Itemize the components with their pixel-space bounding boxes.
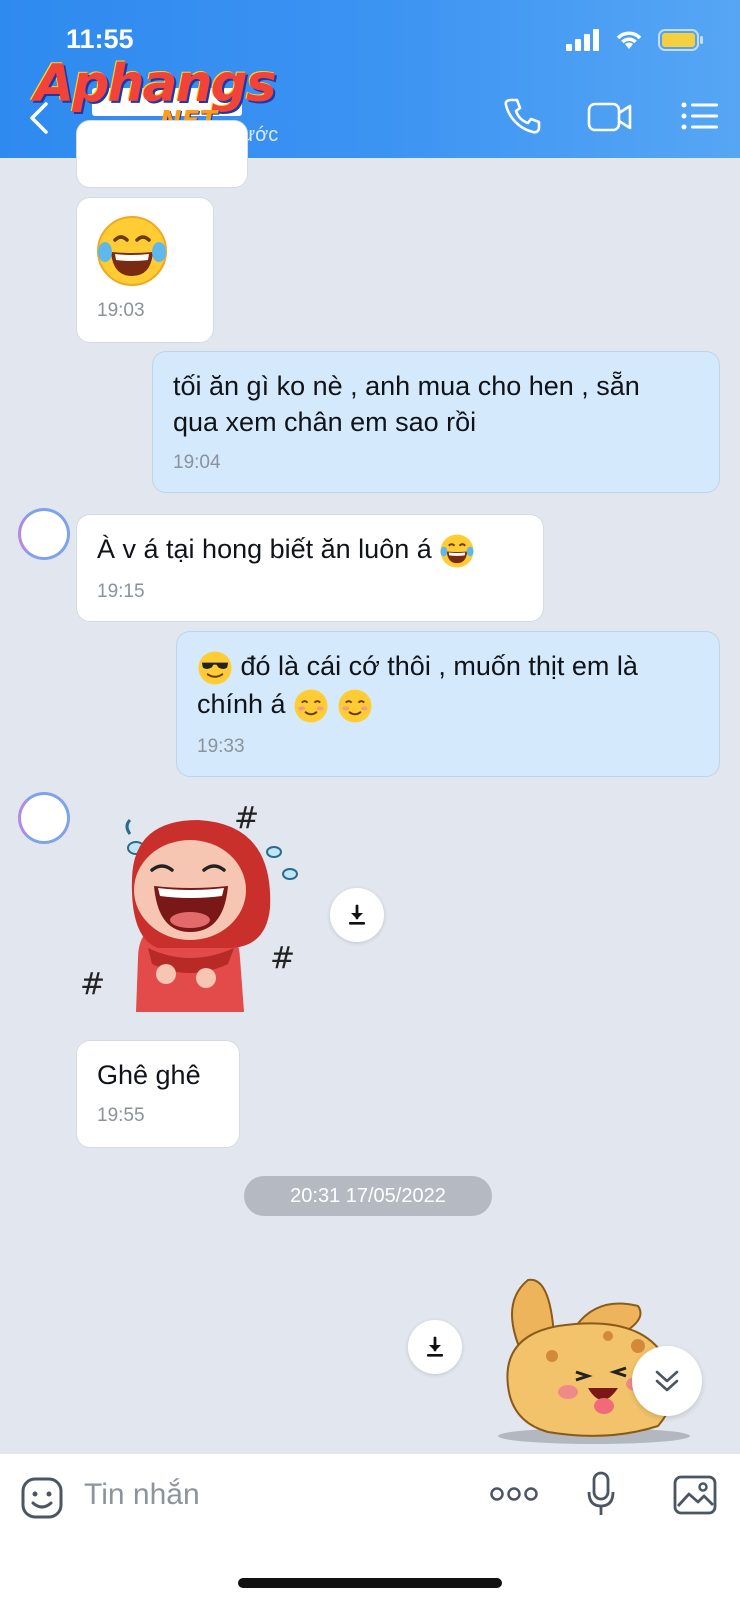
sticker-button[interactable] [20, 1476, 64, 1525]
message-bubble-out[interactable]: đó là cái cớ thôi , muốn thịt em là chín… [176, 631, 720, 777]
avatar[interactable] [18, 792, 70, 844]
message-text-content: À v á tại hong biết ăn luôn á [97, 534, 432, 564]
message-bubble-in[interactable]: À v á tại hong biết ăn luôn á 19:15 [76, 514, 544, 622]
message-bubble-in[interactable]: 19:03 [76, 197, 214, 343]
video-call-button[interactable] [586, 96, 634, 141]
sticker-smiley-icon [21, 1477, 63, 1519]
message-text-line: tối ăn gì ko nè , anh mua cho hen , sẵn [173, 371, 640, 401]
more-dots-icon [490, 1487, 538, 1501]
sunglasses-emoji-icon [198, 651, 232, 685]
date-separator: 20:31 17/05/2022 [244, 1176, 492, 1216]
avatar[interactable] [18, 508, 70, 560]
message-composer: Tin nhắn [0, 1454, 740, 1600]
message-bubble-in[interactable]: Ghê ghê 19:55 [76, 1040, 240, 1148]
phone-icon [504, 98, 541, 134]
signal-icon [566, 29, 599, 51]
blushing-smile-emoji-icon [338, 689, 372, 723]
battery-icon [658, 29, 703, 51]
message-text-content: đó là cái cớ thôi , muốn thịt em là [240, 651, 638, 681]
svg-text:#: # [270, 941, 295, 976]
message-text-line: đó là cái cớ thôi , muốn thịt em là [197, 648, 699, 686]
message-text-content: chính á [197, 688, 286, 719]
svg-text:#: # [80, 967, 105, 1002]
download-icon [427, 1336, 443, 1357]
double-chevron-down-icon [655, 1370, 679, 1392]
video-camera-icon [587, 102, 632, 132]
message-time: 19:04 [173, 452, 221, 473]
scroll-to-bottom-button[interactable] [632, 1346, 702, 1416]
blushing-smile-emoji-icon [294, 689, 328, 723]
watermark-logo: Aphangs [34, 54, 277, 114]
message-time: 19:15 [97, 580, 145, 602]
status-time: 11:55 [66, 24, 134, 54]
message-time: 19:55 [97, 1105, 145, 1126]
message-bubble-partial[interactable] [76, 120, 248, 188]
wifi-icon [616, 31, 642, 49]
download-sticker-button[interactable] [330, 888, 384, 942]
voice-message-button[interactable] [586, 1470, 616, 1523]
download-sticker-button[interactable] [408, 1320, 462, 1374]
message-bubble-out[interactable]: tối ăn gì ko nè , anh mua cho hen , sẵn … [152, 351, 720, 493]
message-text-line: chính á [197, 686, 699, 724]
message-input[interactable]: Tin nhắn [84, 1478, 200, 1512]
laughing-tears-emoji-icon [440, 534, 474, 568]
image-gallery-icon [673, 1475, 717, 1515]
message-text-line: qua xem chân em sao rồi [173, 407, 477, 437]
call-button[interactable] [502, 96, 542, 141]
more-options-button[interactable] [490, 1484, 538, 1509]
message-time: 19:33 [197, 735, 245, 757]
image-picker-button[interactable] [672, 1474, 718, 1521]
menu-button[interactable] [680, 96, 720, 141]
message-time: 19:03 [97, 300, 145, 321]
list-menu-icon [681, 102, 718, 130]
microphone-icon [587, 1471, 615, 1515]
laughing-tears-emoji-icon [97, 216, 167, 286]
home-indicator [238, 1578, 502, 1588]
red-hood-girl-laughing-sticker[interactable]: # # # [78, 798, 308, 1024]
message-text: Ghê ghê [97, 1060, 201, 1090]
status-icons [566, 28, 704, 52]
download-icon [349, 904, 365, 925]
message-text: À v á tại hong biết ăn luôn á [97, 531, 523, 569]
